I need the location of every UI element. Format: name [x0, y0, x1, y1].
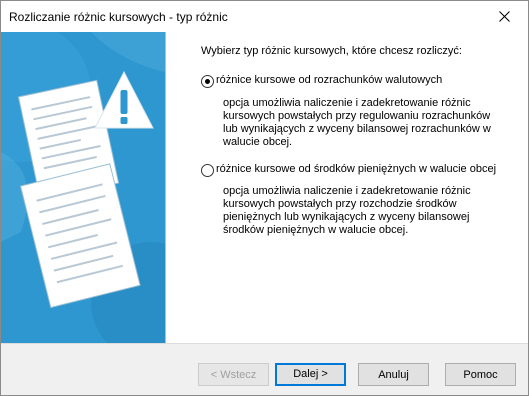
radio-selected-dot: [205, 79, 210, 84]
description-line: opcja umożliwia naliczenie i zadekretowa…: [223, 185, 471, 197]
description-line: lub wynikających z wyceny bilansowej roz…: [223, 123, 491, 135]
option-description-rozrachunki: opcja umożliwia naliczenie i zadekretowa…: [223, 97, 491, 149]
close-button[interactable]: [482, 1, 528, 32]
option-radio-srodki[interactable]: [201, 164, 214, 177]
cancel-button[interactable]: Anuluj: [358, 363, 429, 386]
prompt-text: Wybierz typ różnic kursowych, które chce…: [201, 45, 462, 57]
title-bar: Rozliczanie różnic kursowych - typ różni…: [1, 1, 528, 32]
description-line: kursowych powstałych przy regulowaniu ro…: [223, 110, 491, 122]
wizard-dialog: Rozliczanie różnic kursowych - typ różni…: [0, 0, 529, 396]
panel-divider: [165, 32, 166, 343]
option-description-srodki: opcja umożliwia naliczenie i zadekretowa…: [223, 185, 471, 237]
button-bar: < Wstecz Dalej > Anuluj Pomoc: [1, 343, 528, 395]
description-line: środków pieniężnych w walucie obcej.: [223, 224, 409, 236]
description-line: opcja umożliwia naliczenie i zadekretowa…: [223, 97, 471, 109]
back-button[interactable]: < Wstecz: [198, 363, 269, 386]
close-icon: [499, 11, 510, 22]
next-button[interactable]: Dalej >: [275, 363, 346, 386]
wizard-content: Wybierz typ różnic kursowych, które chce…: [1, 32, 528, 343]
documents-icon: [1, 32, 165, 343]
option-label-srodki[interactable]: różnice kursowe od środków pieniężnych w…: [216, 163, 496, 175]
option-radio-rozrachunki[interactable]: [201, 75, 214, 88]
help-button[interactable]: Pomoc: [445, 363, 516, 386]
option-label-rozrachunki[interactable]: różnice kursowe od rozrachunków walutowy…: [216, 74, 442, 86]
description-line: pieniężnych lub wynikających z wyceny bi…: [223, 211, 470, 223]
footer-divider: [1, 343, 528, 344]
window-title: Rozliczanie różnic kursowych - typ różni…: [9, 10, 228, 24]
description-line: kursowych powstałych przy rozchodzie śro…: [223, 198, 457, 210]
description-line: walucie obcej.: [223, 136, 293, 148]
side-illustration: [1, 32, 165, 343]
